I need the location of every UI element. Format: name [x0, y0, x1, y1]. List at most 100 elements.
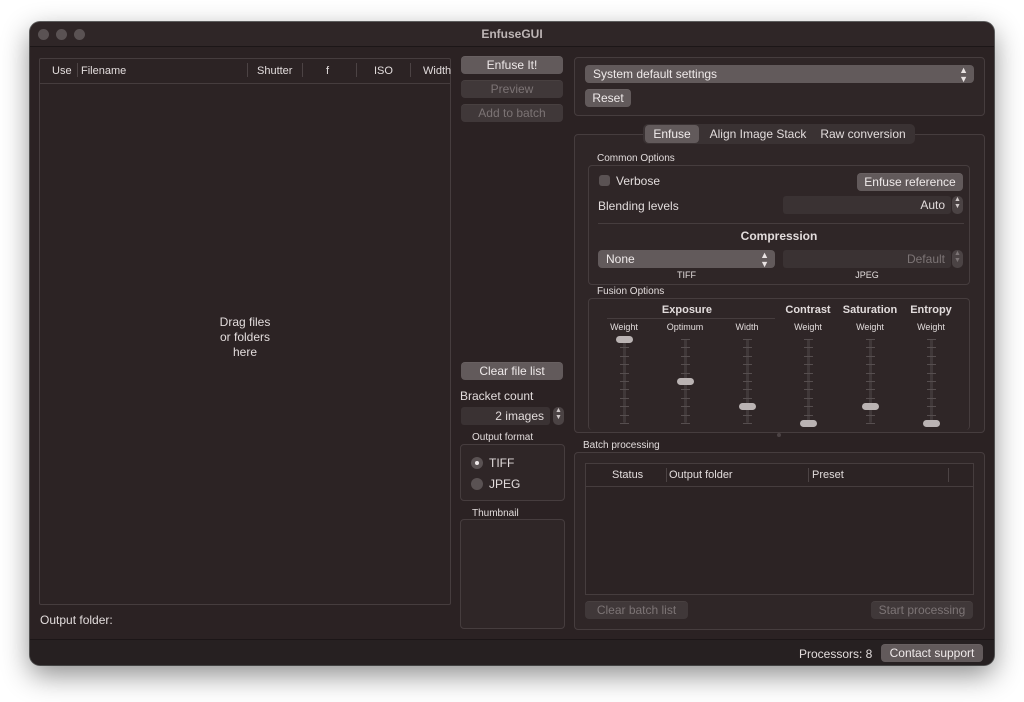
tab-enfuse[interactable]: Enfuse — [645, 125, 699, 143]
slider-tick — [866, 381, 875, 382]
column-divider — [247, 63, 248, 77]
column-divider — [666, 468, 667, 482]
slider-tick — [866, 397, 875, 399]
fusion-slider-label: Weight — [856, 322, 884, 332]
slider-tick — [743, 397, 752, 399]
slider-tick — [804, 364, 813, 366]
column-divider — [808, 468, 809, 482]
slider-tick — [743, 364, 752, 366]
slider-tick — [927, 364, 936, 366]
tab-raw-conversion[interactable]: Raw conversion — [815, 125, 911, 143]
slider-tick — [927, 389, 936, 391]
clear-file-list-button[interactable]: Clear file list — [461, 362, 563, 380]
slider-tick — [681, 397, 690, 399]
slider-tick — [866, 372, 875, 374]
add-to-batch-button[interactable]: Add to batch — [461, 104, 563, 122]
slider-tick — [804, 372, 813, 374]
fusion-slider-knob[interactable] — [739, 403, 756, 411]
column-shutter[interactable]: Shutter — [257, 65, 292, 77]
preview-button[interactable]: Preview — [461, 80, 563, 98]
slider-tick — [927, 339, 936, 340]
divider — [607, 318, 775, 319]
fusion-slider-knob[interactable] — [677, 378, 694, 385]
tab-align-image-stack[interactable]: Align Image Stack — [705, 125, 811, 143]
tab-bar: Enfuse Align Image Stack Raw conversion — [643, 124, 915, 144]
contrast-group-title: Contrast — [785, 304, 831, 316]
column-f[interactable]: f — [326, 65, 329, 77]
batch-table-header: Status Output folder Preset — [586, 464, 973, 487]
fusion-slider-knob[interactable] — [616, 336, 633, 343]
bracket-count-field[interactable]: 2 images — [461, 407, 550, 425]
slider-tick — [620, 389, 629, 391]
output-folder-label: Output folder: — [40, 613, 113, 627]
column-output-folder[interactable]: Output folder — [669, 469, 733, 481]
slider-tick — [681, 389, 690, 391]
slider-tick — [927, 381, 936, 382]
tiff-compression-select[interactable]: None ▲ ▼ — [598, 250, 775, 269]
slider-tick — [681, 372, 690, 374]
file-table[interactable]: Use Filename Shutter f ISO Width Drag fi… — [39, 58, 451, 605]
verbose-label[interactable]: Verbose — [616, 174, 660, 188]
fusion-slider-knob[interactable] — [923, 420, 940, 427]
column-status[interactable]: Status — [612, 469, 643, 481]
slider-tick — [743, 355, 752, 357]
clear-batch-list-button[interactable]: Clear batch list — [585, 601, 688, 619]
contact-support-button[interactable]: Contact support — [881, 644, 983, 662]
blending-levels-field[interactable]: Auto — [783, 196, 951, 214]
fusion-slider-knob[interactable] — [800, 420, 817, 427]
jpeg-radio[interactable] — [471, 478, 483, 490]
saturation-group-title: Saturation — [842, 304, 898, 316]
tiff-radio-label[interactable]: TIFF — [489, 456, 514, 470]
slider-tick — [927, 355, 936, 357]
column-divider — [302, 63, 303, 77]
batch-table[interactable]: Status Output folder Preset — [585, 463, 974, 595]
fusion-options-group: Exposure Contrast Saturation Entropy Wei… — [588, 298, 970, 430]
divider — [598, 223, 964, 224]
slider-tick — [620, 423, 629, 424]
compression-title: Compression — [740, 229, 818, 243]
column-use[interactable]: Use — [52, 65, 72, 77]
column-iso[interactable]: ISO — [374, 65, 393, 77]
start-processing-button[interactable]: Start processing — [871, 601, 973, 619]
slider-tick — [620, 355, 629, 357]
slider-tick — [866, 414, 875, 416]
slider-tick — [620, 406, 629, 408]
tiff-radio[interactable] — [471, 457, 483, 469]
slider-tick — [804, 406, 813, 408]
splitter-handle[interactable] — [777, 433, 781, 437]
select-chevrons-icon: ▲ ▼ — [959, 65, 968, 84]
column-divider — [356, 63, 357, 77]
file-table-header: Use Filename Shutter f ISO Width — [40, 59, 451, 84]
blending-levels-label: Blending levels — [598, 199, 679, 213]
slider-tick — [804, 347, 813, 349]
slider-tick — [681, 414, 690, 416]
slider-tick — [681, 355, 690, 357]
slider-tick — [743, 372, 752, 374]
slider-tick — [743, 389, 752, 391]
fusion-options-title: Fusion Options — [597, 286, 665, 297]
slider-tick — [866, 389, 875, 391]
column-width[interactable]: Width — [423, 65, 451, 77]
reset-button[interactable]: Reset — [585, 89, 631, 107]
enfuse-reference-button[interactable]: Enfuse reference — [857, 173, 963, 191]
verbose-checkbox[interactable] — [599, 175, 610, 186]
jpeg-quality-stepper[interactable]: ▲ ▼ — [952, 250, 963, 268]
slider-tick — [681, 364, 690, 366]
jpeg-quality-field[interactable]: Default — [783, 250, 951, 268]
slider-tick — [743, 339, 752, 340]
slider-tick — [743, 414, 752, 416]
fusion-slider-knob[interactable] — [862, 403, 879, 411]
preset-select[interactable]: System default settings ▲ ▼ — [585, 65, 974, 84]
enfuse-button[interactable]: Enfuse It! — [461, 56, 563, 74]
bracket-count-stepper[interactable]: ▲ ▼ — [553, 407, 564, 425]
jpeg-radio-label[interactable]: JPEG — [489, 477, 520, 491]
blending-levels-stepper[interactable]: ▲ ▼ — [952, 196, 963, 214]
fusion-slider-label: Weight — [794, 322, 822, 332]
slider-tick — [804, 414, 813, 416]
column-filename[interactable]: Filename — [81, 65, 126, 77]
column-preset[interactable]: Preset — [812, 469, 844, 481]
slider-tick — [804, 355, 813, 357]
jpeg-label: JPEG — [855, 270, 879, 280]
common-options-title: Common Options — [597, 153, 675, 164]
bracket-count-label: Bracket count — [460, 389, 534, 403]
